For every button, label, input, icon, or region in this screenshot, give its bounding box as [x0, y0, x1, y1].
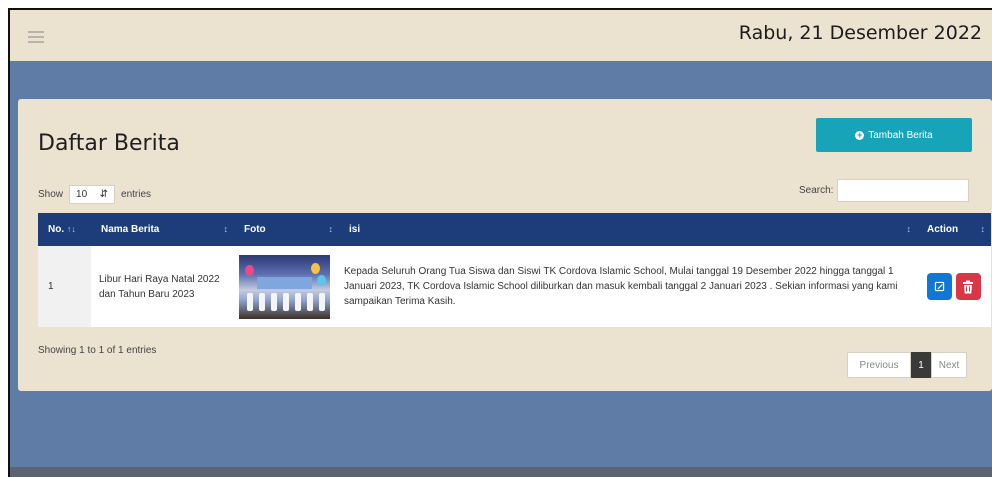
previous-button[interactable]: Previous — [847, 352, 911, 378]
current-date: Rabu, 21 Desember 2022 — [738, 22, 982, 44]
search-control: Search: — [799, 179, 970, 202]
column-header-no[interactable]: No. ↑↓ — [38, 213, 91, 246]
show-label: Show — [38, 189, 64, 200]
edit-button[interactable] — [927, 273, 952, 300]
plus-circle-icon: + — [855, 129, 865, 140]
column-label: No. — [48, 224, 65, 235]
cell-isi: Kepada Seluruh Orang Tua Siswa dan Siswi… — [344, 266, 898, 307]
top-bar: Rabu, 21 Desember 2022 — [10, 10, 992, 61]
column-header-isi[interactable]: isi ↕ — [339, 213, 917, 246]
add-news-label: Tambah Berita — [868, 129, 933, 141]
app-frame: Rabu, 21 Desember 2022 Daftar Berita + T… — [8, 8, 992, 477]
delete-button[interactable] — [955, 273, 981, 300]
search-label: Search: — [799, 185, 834, 196]
entries-value: 10 — [76, 189, 88, 200]
sort-icon: ↕ — [906, 224, 912, 234]
page-title: Daftar Berita — [38, 131, 180, 156]
column-label: Nama Berita — [101, 224, 160, 235]
sort-icon: ↕ — [328, 224, 334, 234]
sort-asc-icon: ↑↓ — [66, 224, 76, 234]
cell-action — [917, 246, 991, 327]
pagination: Previous 1 Next — [847, 352, 967, 378]
column-header-foto[interactable]: Foto ↕ — [234, 213, 339, 246]
sort-icon: ↕ — [980, 224, 986, 234]
entries-length-control: Show 10 ⇵ entries — [38, 185, 151, 204]
hamburger-icon[interactable] — [28, 31, 44, 43]
column-label: Foto — [244, 224, 266, 235]
next-button[interactable]: Next — [931, 352, 967, 378]
column-label: Action — [927, 224, 959, 235]
select-arrows-icon: ⇵ — [99, 189, 109, 200]
news-card: Daftar Berita + Tambah Berita Show 10 ⇵ … — [18, 99, 992, 391]
search-input[interactable] — [837, 179, 970, 202]
trash-icon — [963, 280, 974, 293]
pencil-icon — [934, 281, 945, 292]
table-info: Showing 1 to 1 of 1 entries — [38, 345, 157, 356]
entries-label: entries — [121, 189, 152, 200]
news-photo — [239, 254, 330, 319]
cell-foto — [234, 246, 339, 327]
cell-no: 1 — [38, 246, 91, 327]
footer-band — [10, 467, 992, 477]
page-1-button[interactable]: 1 — [911, 352, 931, 378]
column-label: isi — [349, 224, 361, 235]
cell-nama-berita: Libur Hari Raya Natal 2022 dan Tahun Bar… — [99, 273, 220, 300]
add-news-button[interactable]: + Tambah Berita — [816, 118, 972, 152]
table-header-row: No. ↑↓ Nama Berita ↕ Foto ↕ isi ↕ Action ↕ — [38, 213, 991, 246]
column-header-action[interactable]: Action ↕ — [917, 213, 991, 246]
entries-select[interactable]: 10 ⇵ — [69, 185, 116, 204]
sort-icon: ↕ — [223, 224, 229, 234]
news-table: No. ↑↓ Nama Berita ↕ Foto ↕ isi ↕ Action ↕ 1… — [38, 213, 991, 327]
column-header-nama[interactable]: Nama Berita ↕ — [91, 213, 234, 246]
table-row: 1 Libur Hari Raya Natal 2022 dan Tahun B… — [38, 246, 991, 327]
